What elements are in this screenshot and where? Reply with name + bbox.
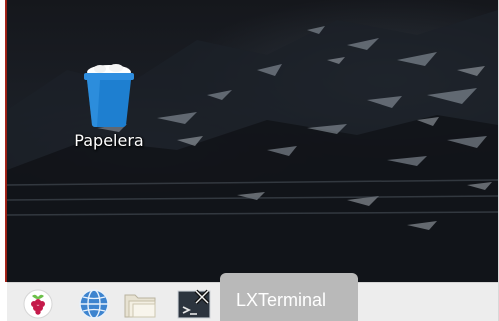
globe-icon (79, 289, 109, 319)
raspberry-icon (23, 289, 53, 319)
desktop-icon-label: Papelera (74, 131, 144, 150)
screen: Papelera LXTerminal (0, 0, 499, 321)
trash-icon (84, 64, 134, 127)
window-edge (0, 0, 7, 282)
desktop-icon-trash[interactable]: Papelera (61, 62, 157, 150)
taskbar-task-lxterminal[interactable]: LXTerminal (220, 273, 358, 321)
terminal-button[interactable] (177, 288, 211, 320)
terminal-icon (177, 289, 211, 319)
browser-button[interactable] (77, 288, 111, 320)
desktop[interactable]: Papelera (7, 0, 498, 282)
file-manager-button[interactable] (123, 288, 157, 320)
task-label: LXTerminal (236, 290, 327, 310)
menu-button[interactable] (21, 288, 55, 320)
folder-icon (124, 294, 156, 318)
